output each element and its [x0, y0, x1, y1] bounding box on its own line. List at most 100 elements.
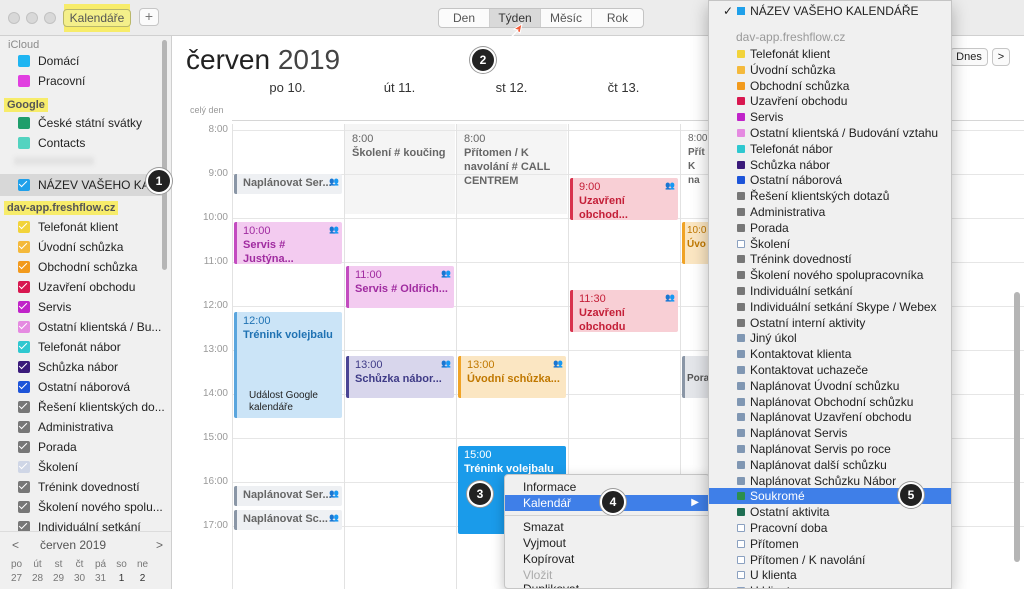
- tab-month[interactable]: Měsíc: [541, 9, 592, 27]
- menu-item-copy[interactable]: Kopírovat: [505, 551, 709, 567]
- menu-item-cut[interactable]: Vyjmout: [505, 535, 709, 551]
- checkbox-icon[interactable]: [18, 401, 30, 413]
- mini-day[interactable]: 28: [27, 573, 48, 584]
- submenu-calendar-item[interactable]: Pracovní doba: [709, 520, 951, 536]
- sidebar-calendar-item[interactable]: Porada: [18, 439, 168, 455]
- calendar-event[interactable]: 8:00 Přítomen / K navolání # CALL CENTREM: [458, 130, 566, 190]
- submenu-calendar-item[interactable]: Naplánovat další schůzku: [709, 457, 951, 473]
- today-button[interactable]: Dnes: [950, 48, 988, 66]
- sidebar-calendar-item[interactable]: Ostatní klientská / Bu...: [18, 319, 168, 335]
- submenu-item-current-calendar[interactable]: ✓ NÁZEV VAŠEHO KALENDÁŘE: [723, 4, 919, 18]
- submenu-calendar-item[interactable]: Naplánovat Úvodní schůzku: [709, 378, 951, 394]
- mini-prev-button[interactable]: <: [12, 538, 19, 552]
- sidebar-calendar-item[interactable]: Uzavření obchodu: [18, 279, 168, 295]
- mini-day[interactable]: 27: [6, 573, 27, 584]
- checkbox-icon[interactable]: [18, 301, 30, 313]
- calendar-event[interactable]: 11:30 Uzavření obchodu 👥: [570, 290, 678, 332]
- mini-day[interactable]: 30: [69, 573, 90, 584]
- submenu-calendar-item[interactable]: Školení: [709, 236, 951, 252]
- checkbox-icon[interactable]: [18, 341, 30, 353]
- zoom-window-button[interactable]: [44, 12, 56, 24]
- sidebar-calendar-item[interactable]: Telefonát klient: [18, 219, 168, 235]
- submenu-calendar-item[interactable]: Individuální setkání Skype / Webex: [709, 299, 951, 315]
- sidebar-scrollbar[interactable]: [162, 40, 167, 270]
- submenu-calendar-item[interactable]: Ostatní náborová: [709, 172, 951, 188]
- mini-day[interactable]: 31: [90, 573, 111, 584]
- checkbox-icon[interactable]: [18, 421, 30, 433]
- calendar-event[interactable]: 13:00 Schůzka nábor... 👥: [346, 356, 454, 398]
- checkbox-icon[interactable]: [18, 461, 30, 473]
- sidebar-calendar-item[interactable]: Školení: [18, 459, 168, 475]
- sidebar-calendar-item[interactable]: Řešení klientských do...: [18, 399, 168, 415]
- calendar-event[interactable]: 10:00 Servis # Justýna... 👥: [234, 222, 342, 264]
- calendar-event[interactable]: Naplánovat Ser... 👥: [234, 174, 342, 194]
- submenu-calendar-item[interactable]: Individuální setkání: [709, 283, 951, 299]
- submenu-calendar-item[interactable]: Úvodní schůzka: [709, 62, 951, 78]
- submenu-calendar-item[interactable]: Porada: [709, 220, 951, 236]
- submenu-calendar-item[interactable]: Ostatní interní aktivity: [709, 315, 951, 331]
- submenu-calendar-item[interactable]: Uzavření obchodu: [709, 93, 951, 109]
- checkbox-icon[interactable]: [18, 381, 30, 393]
- calendars-button[interactable]: Kalendáře: [62, 9, 132, 27]
- sidebar-item-domaci[interactable]: Domácí: [18, 53, 168, 69]
- submenu-calendar-item[interactable]: Naplánovat Servis: [709, 425, 951, 441]
- checkbox-icon[interactable]: [18, 441, 30, 453]
- sidebar-item-contacts[interactable]: Contacts: [18, 135, 168, 151]
- mini-day[interactable]: 29: [48, 573, 69, 584]
- sidebar-item-svatky[interactable]: České státní svátky: [18, 115, 168, 131]
- checkbox-icon[interactable]: [18, 281, 30, 293]
- checkbox-icon[interactable]: [18, 179, 30, 191]
- checkbox-icon[interactable]: [18, 481, 30, 493]
- sidebar-calendar-item[interactable]: Administrativa: [18, 419, 168, 435]
- submenu-calendar-item[interactable]: Přítomen / K navolání: [709, 552, 951, 568]
- submenu-calendar-item[interactable]: U klienta: [709, 583, 951, 588]
- tab-day[interactable]: Den: [439, 9, 490, 27]
- sidebar-calendar-item[interactable]: Obchodní schůzka: [18, 259, 168, 275]
- calendar-event[interactable]: Naplánovat Ser... 👥: [234, 486, 342, 506]
- checkbox-icon[interactable]: [18, 75, 30, 87]
- mini-next-button[interactable]: >: [156, 538, 163, 552]
- calendar-event[interactable]: Naplánovat Sc... 👥: [234, 510, 342, 530]
- close-window-button[interactable]: [8, 12, 20, 24]
- submenu-scrollbar[interactable]: [1014, 292, 1020, 562]
- submenu-calendar-item[interactable]: Jiný úkol: [709, 330, 951, 346]
- submenu-calendar-item[interactable]: U klienta: [709, 567, 951, 583]
- checkbox-icon[interactable]: [18, 221, 30, 233]
- sidebar-calendar-item[interactable]: Schůzka nábor: [18, 359, 168, 375]
- tab-year[interactable]: Rok: [592, 9, 643, 27]
- checkbox-icon[interactable]: [18, 361, 30, 373]
- menu-item-duplicate[interactable]: Duplikovat: [505, 581, 709, 588]
- calendar-event[interactable]: 13:00 Úvodní schůzka... 👥: [458, 356, 566, 398]
- sidebar-calendar-item[interactable]: Ostatní náborová: [18, 379, 168, 395]
- submenu-calendar-item[interactable]: Schůzka nábor: [709, 157, 951, 173]
- checkbox-icon[interactable]: [18, 137, 30, 149]
- sidebar-calendar-item[interactable]: Trénink dovedností: [18, 479, 168, 495]
- calendar-event[interactable]: 9:00 Uzavření obchod... 👥: [570, 178, 678, 220]
- submenu-calendar-item[interactable]: Telefonát klient: [709, 46, 951, 62]
- submenu-calendar-item[interactable]: Naplánovat Obchodní schůzku: [709, 394, 951, 410]
- sidebar-item-pracovni[interactable]: Pracovní: [18, 73, 168, 89]
- sidebar-calendar-item[interactable]: Servis: [18, 299, 168, 315]
- checkbox-icon[interactable]: [18, 241, 30, 253]
- submenu-calendar-item[interactable]: Přítomen: [709, 536, 951, 552]
- calendar-event[interactable]: 8:00 Školení # koučing: [346, 130, 454, 170]
- calendar-event[interactable]: 12:00 Trénink volejbalu Událost Google kal…: [234, 312, 342, 418]
- sidebar-calendar-item[interactable]: Úvodní schůzka: [18, 239, 168, 255]
- submenu-calendar-item[interactable]: Kontaktovat uchazeče: [709, 362, 951, 378]
- submenu-calendar-item[interactable]: Administrativa: [709, 204, 951, 220]
- calendar-event[interactable]: 11:00 Servis # Oldřich... 👥: [346, 266, 454, 308]
- submenu-calendar-item[interactable]: Obchodní schůzka: [709, 78, 951, 94]
- next-week-button[interactable]: >: [992, 48, 1010, 66]
- submenu-calendar-item[interactable]: Řešení klientských dotazů: [709, 188, 951, 204]
- checkbox-icon[interactable]: [18, 321, 30, 333]
- submenu-calendar-item[interactable]: Kontaktovat klienta: [709, 346, 951, 362]
- checkbox-icon[interactable]: [18, 117, 30, 129]
- sidebar-calendar-item[interactable]: Školení nového spolu...: [18, 499, 168, 515]
- submenu-calendar-item[interactable]: Telefonát nábor: [709, 141, 951, 157]
- submenu-calendar-item[interactable]: Naplánovat Uzavření obchodu: [709, 409, 951, 425]
- submenu-calendar-item[interactable]: Naplánovat Servis po roce: [709, 441, 951, 457]
- add-event-button[interactable]: +: [139, 8, 159, 26]
- mini-day[interactable]: 2: [132, 573, 153, 584]
- mini-day[interactable]: 1: [111, 573, 132, 584]
- submenu-calendar-item[interactable]: Školení nového spolupracovníka: [709, 267, 951, 283]
